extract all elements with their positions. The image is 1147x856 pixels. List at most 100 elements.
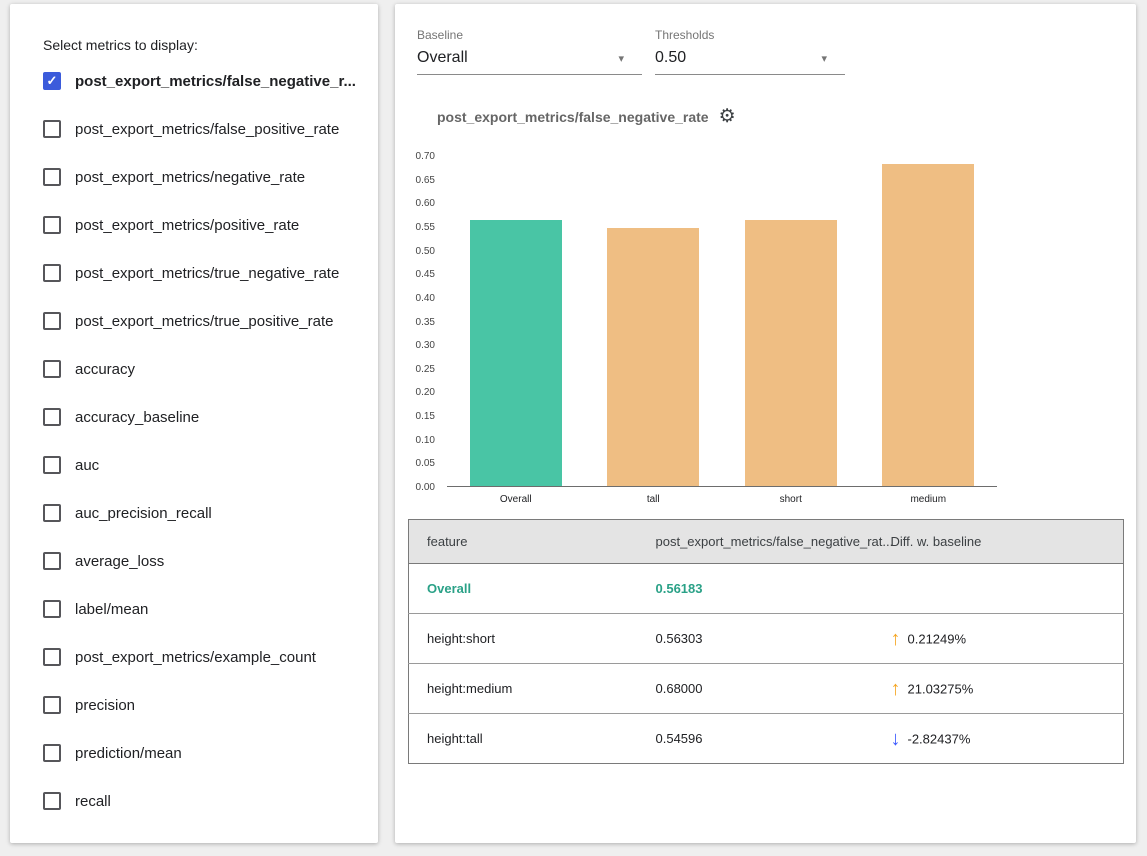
table-row[interactable]: height:medium0.68000↑21.03275%: [409, 664, 1124, 714]
checkbox-unchecked-icon[interactable]: [43, 552, 61, 570]
bar-tall[interactable]: [607, 228, 699, 486]
baseline-dropdown[interactable]: Baseline Overall ▾: [417, 28, 642, 75]
metric-checkbox-row[interactable]: average_loss: [43, 537, 370, 585]
metric-select-title: Select metrics to display:: [43, 37, 198, 53]
thresholds-label: Thresholds: [655, 28, 845, 42]
checkbox-checked-icon[interactable]: ✓: [43, 72, 61, 90]
metric-label: average_loss: [75, 553, 164, 570]
metric-checkbox-row[interactable]: post_export_metrics/true_positive_rate: [43, 297, 370, 345]
y-axis-tick-label: 0.50: [416, 246, 435, 257]
metric-checkbox-row[interactable]: post_export_metrics/example_count: [43, 633, 370, 681]
metric-label: post_export_metrics/false_negative_r...: [75, 73, 356, 90]
metric-checkbox-row[interactable]: post_export_metrics/negative_rate: [43, 153, 370, 201]
y-axis-tick-label: 0.15: [416, 411, 435, 422]
baseline-label: Baseline: [417, 28, 642, 42]
metric-checkbox-row[interactable]: post_export_metrics/true_negative_rate: [43, 249, 370, 297]
x-axis-tick-label: Overall: [447, 494, 585, 505]
metric-checkbox-row[interactable]: auc: [43, 441, 370, 489]
diff-percentage: -2.82437%: [908, 731, 971, 746]
thresholds-dropdown[interactable]: Thresholds 0.50 ▾: [655, 28, 845, 75]
column-header: Diff. w. baseline: [891, 520, 1124, 564]
chart-y-axis: 0.000.050.100.150.200.250.300.350.400.45…: [395, 156, 441, 487]
checkbox-unchecked-icon[interactable]: [43, 312, 61, 330]
checkbox-unchecked-icon[interactable]: [43, 456, 61, 474]
y-axis-tick-label: 0.30: [416, 340, 435, 351]
y-axis-tick-label: 0.25: [416, 364, 435, 375]
checkbox-unchecked-icon[interactable]: [43, 264, 61, 282]
metric-label: post_export_metrics/false_positive_rate: [75, 121, 339, 138]
chart-x-axis: Overalltallshortmedium: [447, 494, 997, 508]
metric-label: post_export_metrics/example_count: [75, 649, 316, 666]
diff-cell: [891, 564, 1124, 614]
y-axis-tick-label: 0.05: [416, 458, 435, 469]
feature-cell: height:tall: [409, 714, 656, 764]
value-cell: 0.54596: [656, 714, 891, 764]
metric-detail-panel: Baseline Overall ▾ Thresholds 0.50 ▾ pos…: [395, 4, 1136, 843]
baseline-value: Overall: [417, 49, 468, 67]
metric-label: accuracy_baseline: [75, 409, 199, 426]
thresholds-value: 0.50: [655, 49, 686, 67]
feature-cell: Overall: [409, 564, 656, 614]
bar-chart: [447, 156, 997, 487]
checkbox-unchecked-icon[interactable]: [43, 696, 61, 714]
chevron-down-icon[interactable]: ▾: [821, 52, 827, 67]
metric-select-panel: Select metrics to display: ✓ post_export_…: [10, 4, 378, 843]
metric-label: recall: [75, 793, 111, 810]
checkbox-unchecked-icon[interactable]: [43, 600, 61, 618]
metric-checkbox-row[interactable]: precision: [43, 681, 370, 729]
x-axis-tick-label: medium: [860, 494, 998, 505]
x-axis-tick-label: tall: [585, 494, 723, 505]
metrics-table: featurepost_export_metrics/false_negativ…: [408, 519, 1124, 764]
checkbox-unchecked-icon[interactable]: [43, 360, 61, 378]
metric-checkbox-row[interactable]: post_export_metrics/false_positive_rate: [43, 105, 370, 153]
metric-checkbox-row[interactable]: label/mean: [43, 585, 370, 633]
metric-label: post_export_metrics/true_negative_rate: [75, 265, 339, 282]
bar-Overall[interactable]: [470, 220, 562, 486]
value-cell: 0.68000: [656, 664, 891, 714]
metric-checkbox-row[interactable]: accuracy_baseline: [43, 393, 370, 441]
y-axis-tick-label: 0.60: [416, 198, 435, 209]
metric-checkbox-row[interactable]: auc_precision_recall: [43, 489, 370, 537]
checkbox-unchecked-icon[interactable]: [43, 648, 61, 666]
feature-cell: height:medium: [409, 664, 656, 714]
checkbox-unchecked-icon[interactable]: [43, 744, 61, 762]
y-axis-tick-label: 0.40: [416, 293, 435, 304]
metric-label: post_export_metrics/true_positive_rate: [75, 313, 333, 330]
metric-label: auc_precision_recall: [75, 505, 212, 522]
table-row[interactable]: Overall0.56183: [409, 564, 1124, 614]
metric-checkbox-row[interactable]: post_export_metrics/positive_rate: [43, 201, 370, 249]
checkbox-unchecked-icon[interactable]: [43, 120, 61, 138]
bar-medium[interactable]: [882, 164, 974, 486]
checkbox-unchecked-icon[interactable]: [43, 216, 61, 234]
value-cell: 0.56183: [656, 564, 891, 614]
table-header: featurepost_export_metrics/false_negativ…: [409, 520, 1124, 564]
checkbox-unchecked-icon[interactable]: [43, 168, 61, 186]
metric-label: post_export_metrics/negative_rate: [75, 169, 305, 186]
metric-label: auc: [75, 457, 99, 474]
chart-header: post_export_metrics/false_negative_rate …: [437, 107, 736, 126]
chart-title: post_export_metrics/false_negative_rate: [437, 109, 709, 125]
table-row[interactable]: height:short0.56303↑0.21249%: [409, 614, 1124, 664]
chevron-down-icon[interactable]: ▾: [618, 52, 624, 67]
metric-checkbox-row[interactable]: prediction/mean: [43, 729, 370, 777]
diff-percentage: 0.21249%: [908, 631, 967, 646]
y-axis-tick-label: 0.65: [416, 175, 435, 186]
metric-label: label/mean: [75, 601, 148, 618]
bar-short[interactable]: [745, 220, 837, 486]
settings-gear-icon[interactable]: ⚙: [719, 107, 736, 126]
value-cell: 0.56303: [656, 614, 891, 664]
metric-checkbox-row[interactable]: accuracy: [43, 345, 370, 393]
metric-checkbox-row[interactable]: ✓ post_export_metrics/false_negative_r...: [43, 57, 370, 105]
checkbox-unchecked-icon[interactable]: [43, 504, 61, 522]
y-axis-tick-label: 0.45: [416, 269, 435, 280]
metric-label: precision: [75, 697, 135, 714]
metric-checkbox-row[interactable]: recall: [43, 777, 370, 825]
down-arrow-icon: ↓: [891, 728, 901, 750]
checkbox-unchecked-icon[interactable]: [43, 792, 61, 810]
diff-cell: ↑21.03275%: [891, 664, 1124, 714]
y-axis-tick-label: 0.20: [416, 387, 435, 398]
table-row[interactable]: height:tall0.54596↓ -2.82437%: [409, 714, 1124, 764]
y-axis-tick-label: 0.00: [416, 482, 435, 493]
checkbox-unchecked-icon[interactable]: [43, 408, 61, 426]
up-arrow-icon: ↑: [891, 628, 901, 650]
